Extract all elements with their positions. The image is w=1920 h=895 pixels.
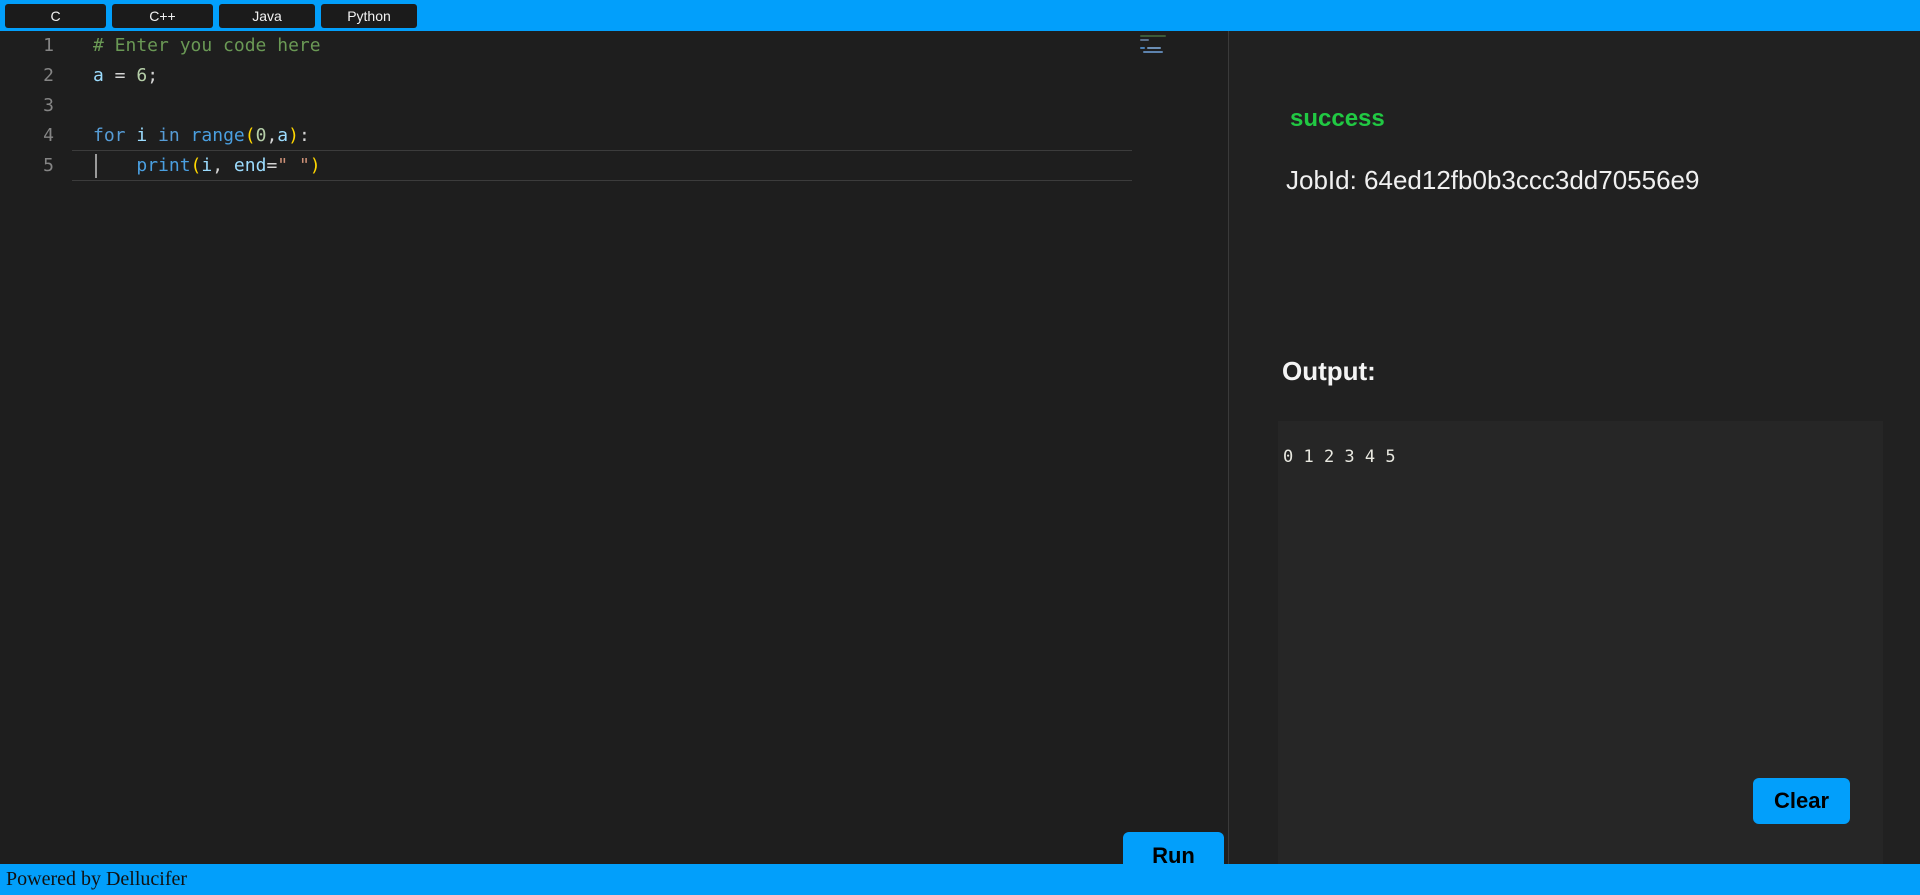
result-pane: success JobId: 64ed12fb0b3ccc3dd70556e9 … xyxy=(1229,31,1920,865)
online-compiler-app: C C++ Java Python 1 2 3 4 5 # Enter you … xyxy=(0,0,1920,895)
token-keyword-in: in xyxy=(158,125,180,146)
code-editor-pane[interactable]: 1 2 3 4 5 # Enter you code here a = 6; f… xyxy=(0,31,1229,864)
code-lines[interactable]: # Enter you code here a = 6; for i in ra… xyxy=(72,31,1229,826)
token-variable-i: i xyxy=(125,125,159,146)
output-console: 0 1 2 3 4 5 Clear xyxy=(1278,421,1883,865)
code-line-1[interactable]: # Enter you code here xyxy=(72,31,321,61)
token-paren-close: ) xyxy=(288,125,299,146)
token-operator: = xyxy=(103,65,137,86)
status-badge: success xyxy=(1290,105,1385,132)
token-function-range: range xyxy=(190,125,245,146)
token-paren-open: ( xyxy=(190,155,202,176)
output-heading: Output: xyxy=(1282,356,1376,386)
line-number-gutter: 1 2 3 4 5 xyxy=(0,31,72,826)
code-line-2[interactable]: a = 6; xyxy=(72,61,158,91)
run-button[interactable]: Run xyxy=(1123,832,1224,864)
editor-minimap[interactable] xyxy=(1136,31,1176,826)
line-number: 1 xyxy=(43,35,54,56)
line-number: 2 xyxy=(43,65,54,86)
clear-button[interactable]: Clear xyxy=(1753,778,1850,824)
token-comma: , xyxy=(266,125,278,146)
token-variable-i: i xyxy=(201,155,213,176)
token-number-zero: 0 xyxy=(255,125,267,146)
token-kwarg-end: end xyxy=(233,155,267,176)
code-line-3[interactable] xyxy=(72,91,93,121)
token-semicolon: ; xyxy=(147,65,159,86)
line-number: 3 xyxy=(43,95,54,116)
tab-cpp[interactable]: C++ xyxy=(112,3,213,28)
token-colon: : xyxy=(298,125,310,146)
tab-java[interactable]: Java xyxy=(219,3,315,28)
line-number: 5 xyxy=(43,155,54,176)
token-variable-a: a xyxy=(277,125,289,146)
tab-python[interactable]: Python xyxy=(321,3,417,28)
token-comma: , xyxy=(212,155,234,176)
line-number: 4 xyxy=(43,125,54,146)
token-keyword-for: for xyxy=(93,125,126,146)
token-comment: # Enter you code here xyxy=(93,35,321,56)
token-function-print: print xyxy=(136,155,191,176)
token-equals: = xyxy=(266,155,278,176)
job-id-text: JobId: 64ed12fb0b3ccc3dd70556e9 xyxy=(1286,165,1700,195)
language-tab-bar: C C++ Java Python xyxy=(0,0,1920,31)
output-text: 0 1 2 3 4 5 xyxy=(1283,447,1396,467)
code-line-5[interactable]: print(i, end=" ") xyxy=(72,151,321,181)
token-paren-close: ) xyxy=(309,155,321,176)
token-paren-open: ( xyxy=(244,125,256,146)
footer-bar: Powered by Dellucifer xyxy=(0,864,1920,895)
footer-credit: Powered by Dellucifer xyxy=(6,868,188,890)
token-string: " " xyxy=(277,155,310,176)
code-line-4[interactable]: for i in range(0,a): xyxy=(72,121,310,151)
token-number: 6 xyxy=(136,65,148,86)
token-variable: a xyxy=(93,65,104,86)
code-area[interactable]: 1 2 3 4 5 # Enter you code here a = 6; f… xyxy=(0,31,1229,826)
tab-c[interactable]: C xyxy=(5,3,106,28)
